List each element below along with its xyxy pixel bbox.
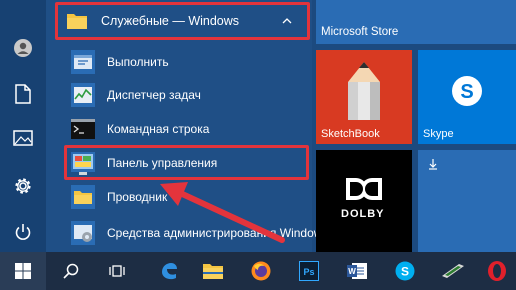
- word-icon: W: [347, 263, 367, 279]
- run-icon: [71, 50, 95, 74]
- taskbar-skype[interactable]: S: [382, 252, 428, 290]
- tile-label-sketchbook: SketchBook: [321, 128, 380, 140]
- taskbar-photoshop[interactable]: Ps: [286, 252, 332, 290]
- pictures-icon: [13, 130, 33, 146]
- svg-text:S: S: [401, 265, 409, 279]
- documents-button[interactable]: [0, 74, 46, 114]
- task-manager-icon: [71, 83, 95, 107]
- command-prompt-icon: [71, 119, 95, 139]
- winamp-icon: [442, 264, 464, 278]
- tile-sketchbook[interactable]: SketchBook: [316, 50, 412, 144]
- gear-icon: [15, 178, 31, 194]
- taskbar-winamp[interactable]: [430, 252, 476, 290]
- taskbar-firefox[interactable]: [238, 252, 284, 290]
- firefox-icon: [251, 261, 271, 281]
- skype-icon: S: [395, 261, 415, 281]
- tile-downloading[interactable]: [418, 150, 516, 252]
- svg-text:Ps: Ps: [303, 267, 314, 277]
- taskbar-edge[interactable]: [146, 252, 192, 290]
- tile-microsoft-store[interactable]: Microsoft Store: [316, 0, 516, 44]
- svg-text:S: S: [460, 81, 473, 103]
- app-row-task-manager[interactable]: Диспетчер задач: [46, 76, 312, 113]
- taskbar-word[interactable]: W: [334, 252, 380, 290]
- start-button[interactable]: [0, 252, 46, 290]
- app-row-run[interactable]: Выполнить: [46, 43, 312, 80]
- taskbar: Ps W S: [0, 252, 516, 290]
- taskbar-file-explorer[interactable]: [190, 252, 236, 290]
- highlight-folder: [55, 2, 310, 40]
- start-menu: Служебные — Windows Выполнить Диспетчер …: [0, 0, 516, 252]
- edge-icon: [162, 263, 177, 280]
- file-explorer-icon: [203, 264, 223, 279]
- pictures-button[interactable]: [0, 118, 46, 158]
- tile-label-store: Microsoft Store: [321, 26, 399, 38]
- svg-text:W: W: [348, 267, 356, 276]
- app-label-command-prompt: Командная строка: [107, 122, 210, 136]
- user-account-button[interactable]: [0, 28, 46, 68]
- power-button[interactable]: [0, 212, 46, 252]
- app-label-run: Выполнить: [107, 55, 169, 69]
- photoshop-icon: Ps: [299, 261, 319, 281]
- tile-dolby[interactable]: DOLBY: [316, 150, 412, 252]
- tiles-area: Microsoft Store SketchBook S Skype DOLBY: [312, 0, 516, 252]
- start-rail: [0, 0, 46, 252]
- app-label-task-manager: Диспетчер задач: [107, 88, 201, 102]
- file-explorer-icon: [71, 185, 95, 209]
- app-row-command-prompt[interactable]: Командная строка: [46, 110, 312, 147]
- document-icon: [15, 84, 31, 104]
- admin-tools-icon: [71, 221, 95, 245]
- taskbar-search-button[interactable]: [48, 252, 94, 290]
- tile-label-dolby: DOLBY: [341, 208, 385, 220]
- dolby-logo-icon: [346, 178, 382, 200]
- power-icon: [15, 224, 31, 240]
- annotation-arrow: [160, 182, 285, 243]
- sketchbook-icon: [348, 62, 380, 120]
- windows-logo-icon: [15, 263, 31, 279]
- settings-button[interactable]: [0, 166, 46, 206]
- task-view-button[interactable]: [94, 252, 140, 290]
- download-icon: [429, 159, 437, 170]
- skype-icon: S: [452, 76, 482, 106]
- tile-skype[interactable]: S Skype: [418, 50, 516, 144]
- tile-label-skype: Skype: [423, 128, 454, 140]
- user-icon: [14, 39, 32, 57]
- task-view-icon: [109, 265, 125, 277]
- search-icon: [63, 263, 79, 279]
- opera-icon: [488, 261, 506, 281]
- taskbar-opera[interactable]: [474, 252, 516, 290]
